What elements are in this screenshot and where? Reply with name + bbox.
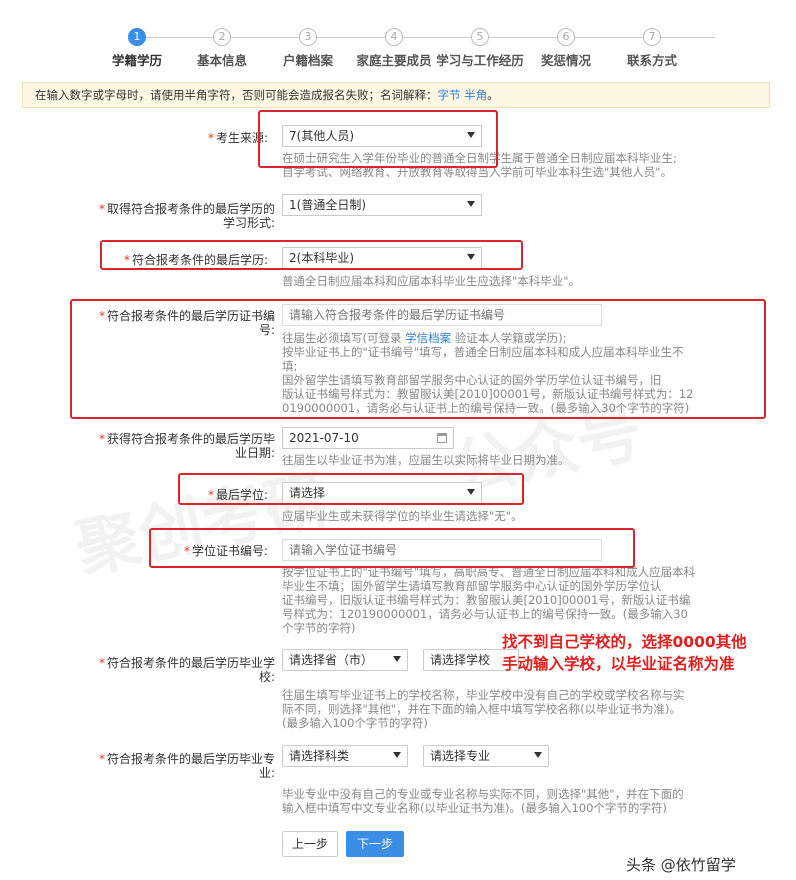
- cert-no-input[interactable]: [282, 304, 602, 326]
- prev-button[interactable]: 上一步: [282, 831, 338, 857]
- notice-bar: 在输入数字或字母时，请使用半角字符，否则可能会造成报名失败；名词解释：字节 半角…: [22, 82, 770, 108]
- degree-hint: 应届毕业生或未获得学位的毕业生请选择"无"。: [282, 509, 523, 523]
- chevron-down-icon: [534, 752, 542, 758]
- school-hint-2: 际不同，则选择"其他"，并在下面的输入框中填写学校名称(以毕业证书为准)。: [282, 702, 682, 716]
- degree-cert-hint-2: 毕业生不填；国外留学生请填写教育部留学服务中心认证的国外学历学位认: [282, 579, 662, 593]
- major-hint-1: 毕业专业中没有自己的专业或专业名称与实际不同，则选择"其他"，并在下面的: [282, 787, 684, 801]
- next-button[interactable]: 下一步: [346, 831, 404, 857]
- last-edu-label: * 符合报考条件的最后学历:: [123, 253, 268, 267]
- source-hint-2: 自学考试、网络教育、开放教育等取得当入学前可毕业本科生选"其他人员"。: [282, 165, 673, 179]
- grad-date-input[interactable]: 2021-07-10: [282, 427, 454, 449]
- degree-cert-input[interactable]: [282, 539, 602, 561]
- chevron-down-icon: [467, 132, 475, 138]
- step-4[interactable]: 4 家庭主要成员: [349, 28, 439, 69]
- last-edu-select[interactable]: 2(本科毕业): [282, 247, 482, 269]
- link-byte[interactable]: 字节: [438, 88, 461, 102]
- school-hint-3: (最多输入100个字节的字符): [282, 716, 428, 730]
- cert-no-hint-2: 按毕业证书上的"证书编号"填写，普通全日制应届本科和成人应届本科毕业生不: [282, 345, 684, 359]
- step-3[interactable]: 3 户籍档案: [263, 28, 353, 69]
- chevron-down-icon: [467, 201, 475, 207]
- degree-cert-hint-4: 号样式为：120190000001，请务必与认证书上的编号保持一致。(最多输入3…: [282, 607, 688, 621]
- watermark: 头条 @依竹留学: [626, 856, 736, 874]
- link-xuexin[interactable]: 学信档案: [405, 331, 451, 345]
- degree-label: * 最后学位:: [207, 488, 268, 502]
- category-select[interactable]: 请选择科类: [282, 745, 408, 767]
- study-form-label: * 取得符合报考条件的最后学历的 学习形式:: [98, 202, 275, 230]
- cert-no-hint-4: 国外留学生请填写教育部留学服务中心认证的国外学历学位认证书编号，旧: [282, 373, 662, 387]
- degree-cert-hint-5: 个字节的字符): [282, 621, 356, 635]
- major-hint-2: 输入框中填写中文专业名称(以毕业证书为准)。(最多输入100个字节的字符): [282, 801, 667, 815]
- step-1[interactable]: 1 学籍学历: [92, 28, 182, 69]
- study-form-select[interactable]: 1(普通全日制): [282, 194, 482, 216]
- cert-no-hint-1: 往届生必须填写(可登录 学信档案 验证本人学籍或学历);: [282, 331, 567, 345]
- chevron-down-icon: [393, 752, 401, 758]
- step-2[interactable]: 2 基本信息: [177, 28, 267, 69]
- major-label: * 符合报考条件的最后学历毕业专 业:: [98, 752, 275, 780]
- school-hint-1: 往届生填写毕业证书上的学校名称，毕业学校中没有自己的学校或学校名称与实: [282, 688, 685, 702]
- chevron-down-icon: [467, 489, 475, 495]
- cert-no-label: * 符合报考条件的最后学历证书编 号:: [98, 309, 275, 337]
- link-halfwidth[interactable]: 半角: [464, 88, 487, 102]
- step-5[interactable]: 5 学习与工作经历: [435, 28, 525, 69]
- degree-cert-hint-3: 证书编号，旧版认证书编号样式为：教留服认美[2010]00001号，新版认证书编: [282, 593, 691, 607]
- major-select[interactable]: 请选择专业: [423, 745, 549, 767]
- step-6[interactable]: 6 奖惩情况: [521, 28, 611, 69]
- school-label: * 符合报考条件的最后学历毕业学 校:: [98, 656, 275, 684]
- province-select[interactable]: 请选择省（市）: [282, 649, 408, 671]
- step-progress: 1 学籍学历 2 基本信息 3 户籍档案 4 家庭主要成员 5 学习与工作经历 6 奖惩情况…: [100, 28, 715, 69]
- source-label: * 考生来源:: [207, 131, 268, 145]
- chevron-down-icon: [467, 254, 475, 260]
- calendar-icon[interactable]: [437, 433, 447, 443]
- degree-select[interactable]: 请选择: [282, 482, 482, 504]
- step-7[interactable]: 7 联系方式: [607, 28, 697, 69]
- degree-cert-label: * 学位证书编号:: [183, 544, 268, 558]
- source-hint-1: 在硕士研究生入学年份毕业的普通全日制学生属于普通全日制应届本科毕业生;: [282, 151, 677, 165]
- cert-no-hint-5: 版认证书编号样式为：教留服认美[2010]00001号，新版认证书编号样式为：1…: [282, 387, 694, 401]
- annotation-note: 找不到自己学校的，选择0000其他 手动输入学校，以毕业证名称为准: [502, 633, 747, 673]
- last-edu-hint: 普通全日制应届本科和应届本科毕业生应选择"本科毕业"。: [282, 274, 581, 288]
- cert-no-hint-6: 0190000001，请务必与认证书上的编号保持一致。(最多输入30个字节的字符…: [282, 401, 690, 415]
- source-select[interactable]: 7(其他人员): [282, 125, 482, 147]
- chevron-down-icon: [393, 656, 401, 662]
- grad-date-hint: 往届生以毕业证书为准，应届生以实际将毕业日期为准。: [282, 453, 570, 467]
- cert-no-hint-3: 填;: [282, 359, 298, 373]
- grad-date-label: * 获得符合报考条件的最后学历毕 业日期:: [98, 432, 275, 460]
- degree-cert-hint-1: 按学位证书上的"证书编号"填写，高职高专、普通全日制应届本科和成人应届本科: [282, 565, 696, 579]
